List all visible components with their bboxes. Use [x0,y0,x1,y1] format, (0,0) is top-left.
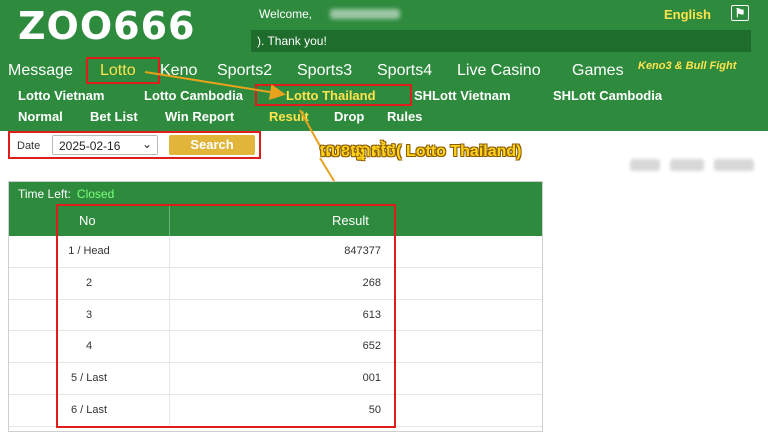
nav-sports4[interactable]: Sports4 [377,62,432,80]
nav-live-casino[interactable]: Live Casino [457,62,541,80]
nav-drop[interactable]: Drop [334,109,364,124]
highlight-lotto [86,57,160,84]
nav-win-report[interactable]: Win Report [165,109,234,124]
flag-icon[interactable]: ⚑ [731,5,749,21]
nav-sports2[interactable]: Sports2 [217,62,272,80]
sub-nav: Normal Bet List Win Report Result Drop R… [0,107,768,127]
date-select[interactable]: 2025-02-16 ⌄ [52,135,158,155]
language-selector[interactable]: English [664,7,711,22]
nav-games[interactable]: Games [572,62,624,80]
date-label: Date [17,140,41,152]
annotation-label: លេខឆ្នោតថៃ( Lotto Thailand) [320,143,522,160]
highlight-results-table [56,204,396,428]
username-blurred [330,9,400,19]
nav-keno3-bull-fight[interactable]: Keno3 & Bull Fight [638,60,736,72]
nav-result[interactable]: Result [269,109,309,124]
time-left-status: Closed [76,187,115,201]
time-left-label: Time Left: [18,187,71,201]
notice-marquee: ). Thank you! [251,30,751,52]
chevron-down-icon: ⌄ [141,137,152,151]
nav-lotto-cambodia[interactable]: Lotto Cambodia [144,88,243,103]
blurred-info [630,157,760,175]
date-value: 2025-02-16 [59,139,121,153]
site-logo[interactable]: ZOO666 [18,4,195,48]
time-left-bar: Time Left: Closed [9,182,542,205]
welcome-text: Welcome, [259,7,313,21]
nav-bet-list[interactable]: Bet List [90,109,138,124]
search-button[interactable]: Search [169,135,255,155]
highlight-lotto-thailand [255,84,412,106]
nav-keno[interactable]: Keno [160,62,197,80]
nav-shlott-vietnam[interactable]: SHLott Vietnam [414,88,511,103]
nav-lotto-vietnam[interactable]: Lotto Vietnam [18,88,104,103]
nav-rules[interactable]: Rules [387,109,422,124]
nav-normal[interactable]: Normal [18,109,63,124]
nav-sports3[interactable]: Sports3 [297,62,352,80]
nav-shlott-cambodia[interactable]: SHLott Cambodia [553,88,662,103]
nav-message[interactable]: Message [8,62,73,80]
